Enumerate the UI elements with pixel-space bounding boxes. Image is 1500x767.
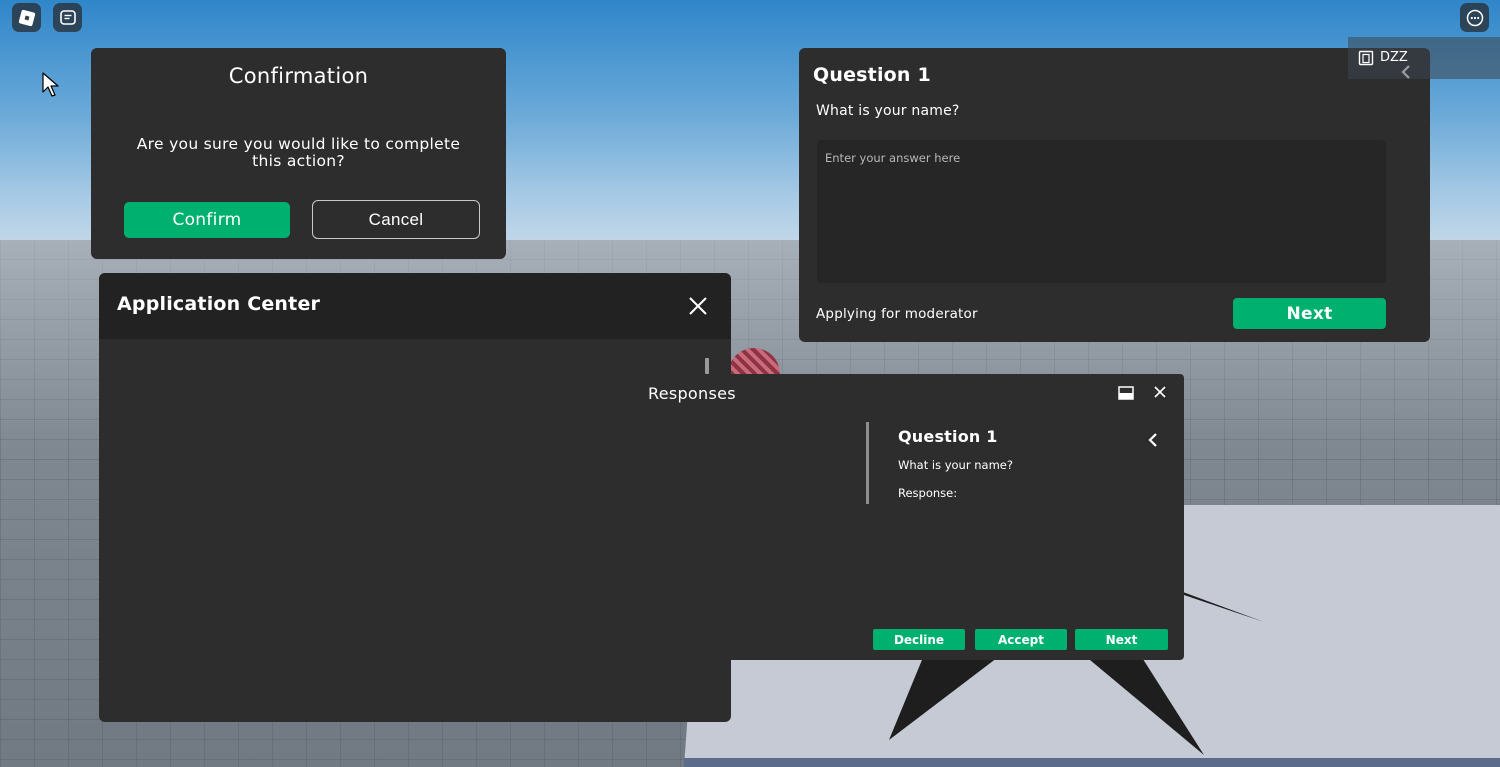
mouse-cursor-icon xyxy=(42,72,59,97)
decline-button[interactable]: Decline xyxy=(873,629,965,650)
application-center-title: Application Center xyxy=(117,293,321,315)
close-icon[interactable] xyxy=(1154,386,1166,398)
chat-icon xyxy=(59,9,76,25)
player-badge[interactable]: DZZ xyxy=(1348,37,1500,79)
close-icon[interactable] xyxy=(687,295,709,317)
question-window: Question 1 What is your name? Applying f… xyxy=(799,48,1430,342)
response-label: Response: xyxy=(898,486,958,500)
confirmation-title: Confirmation xyxy=(228,64,369,88)
confirmation-dialog: Confirmation Are you sure you would like… xyxy=(91,48,506,259)
chevron-left-icon xyxy=(1401,65,1410,79)
cancel-button[interactable]: Cancel xyxy=(312,200,480,239)
scrollbar[interactable] xyxy=(866,422,869,504)
responses-title: Responses xyxy=(648,384,736,403)
player-icon xyxy=(1358,50,1374,66)
responses-window: Responses Question 1 What is your name? … xyxy=(620,374,1184,660)
confirmation-message: Are you sure you would like to complete … xyxy=(136,135,461,170)
minimize-icon[interactable] xyxy=(1118,386,1134,400)
roblox-logo-icon xyxy=(18,9,35,26)
more-options-button[interactable] xyxy=(1460,3,1489,32)
response-question-text: What is your name? xyxy=(898,458,1013,472)
player-name: DZZ xyxy=(1380,50,1408,65)
chevron-left-icon[interactable] xyxy=(1148,432,1158,448)
answer-input[interactable] xyxy=(817,140,1386,283)
question-title: Question 1 xyxy=(813,64,931,86)
roblox-menu-button[interactable] xyxy=(12,3,41,32)
next-button[interactable]: Next xyxy=(1233,298,1386,329)
applying-for-text: Applying for moderator xyxy=(816,306,978,322)
confirm-button[interactable]: Confirm xyxy=(124,202,290,238)
question-prompt: What is your name? xyxy=(816,103,960,119)
chat-button[interactable] xyxy=(53,3,82,32)
more-options-icon xyxy=(1466,9,1483,26)
scrollbar[interactable] xyxy=(705,358,709,374)
response-next-button[interactable]: Next xyxy=(1075,629,1168,650)
response-question-title: Question 1 xyxy=(898,427,998,446)
accept-button[interactable]: Accept xyxy=(975,629,1067,650)
